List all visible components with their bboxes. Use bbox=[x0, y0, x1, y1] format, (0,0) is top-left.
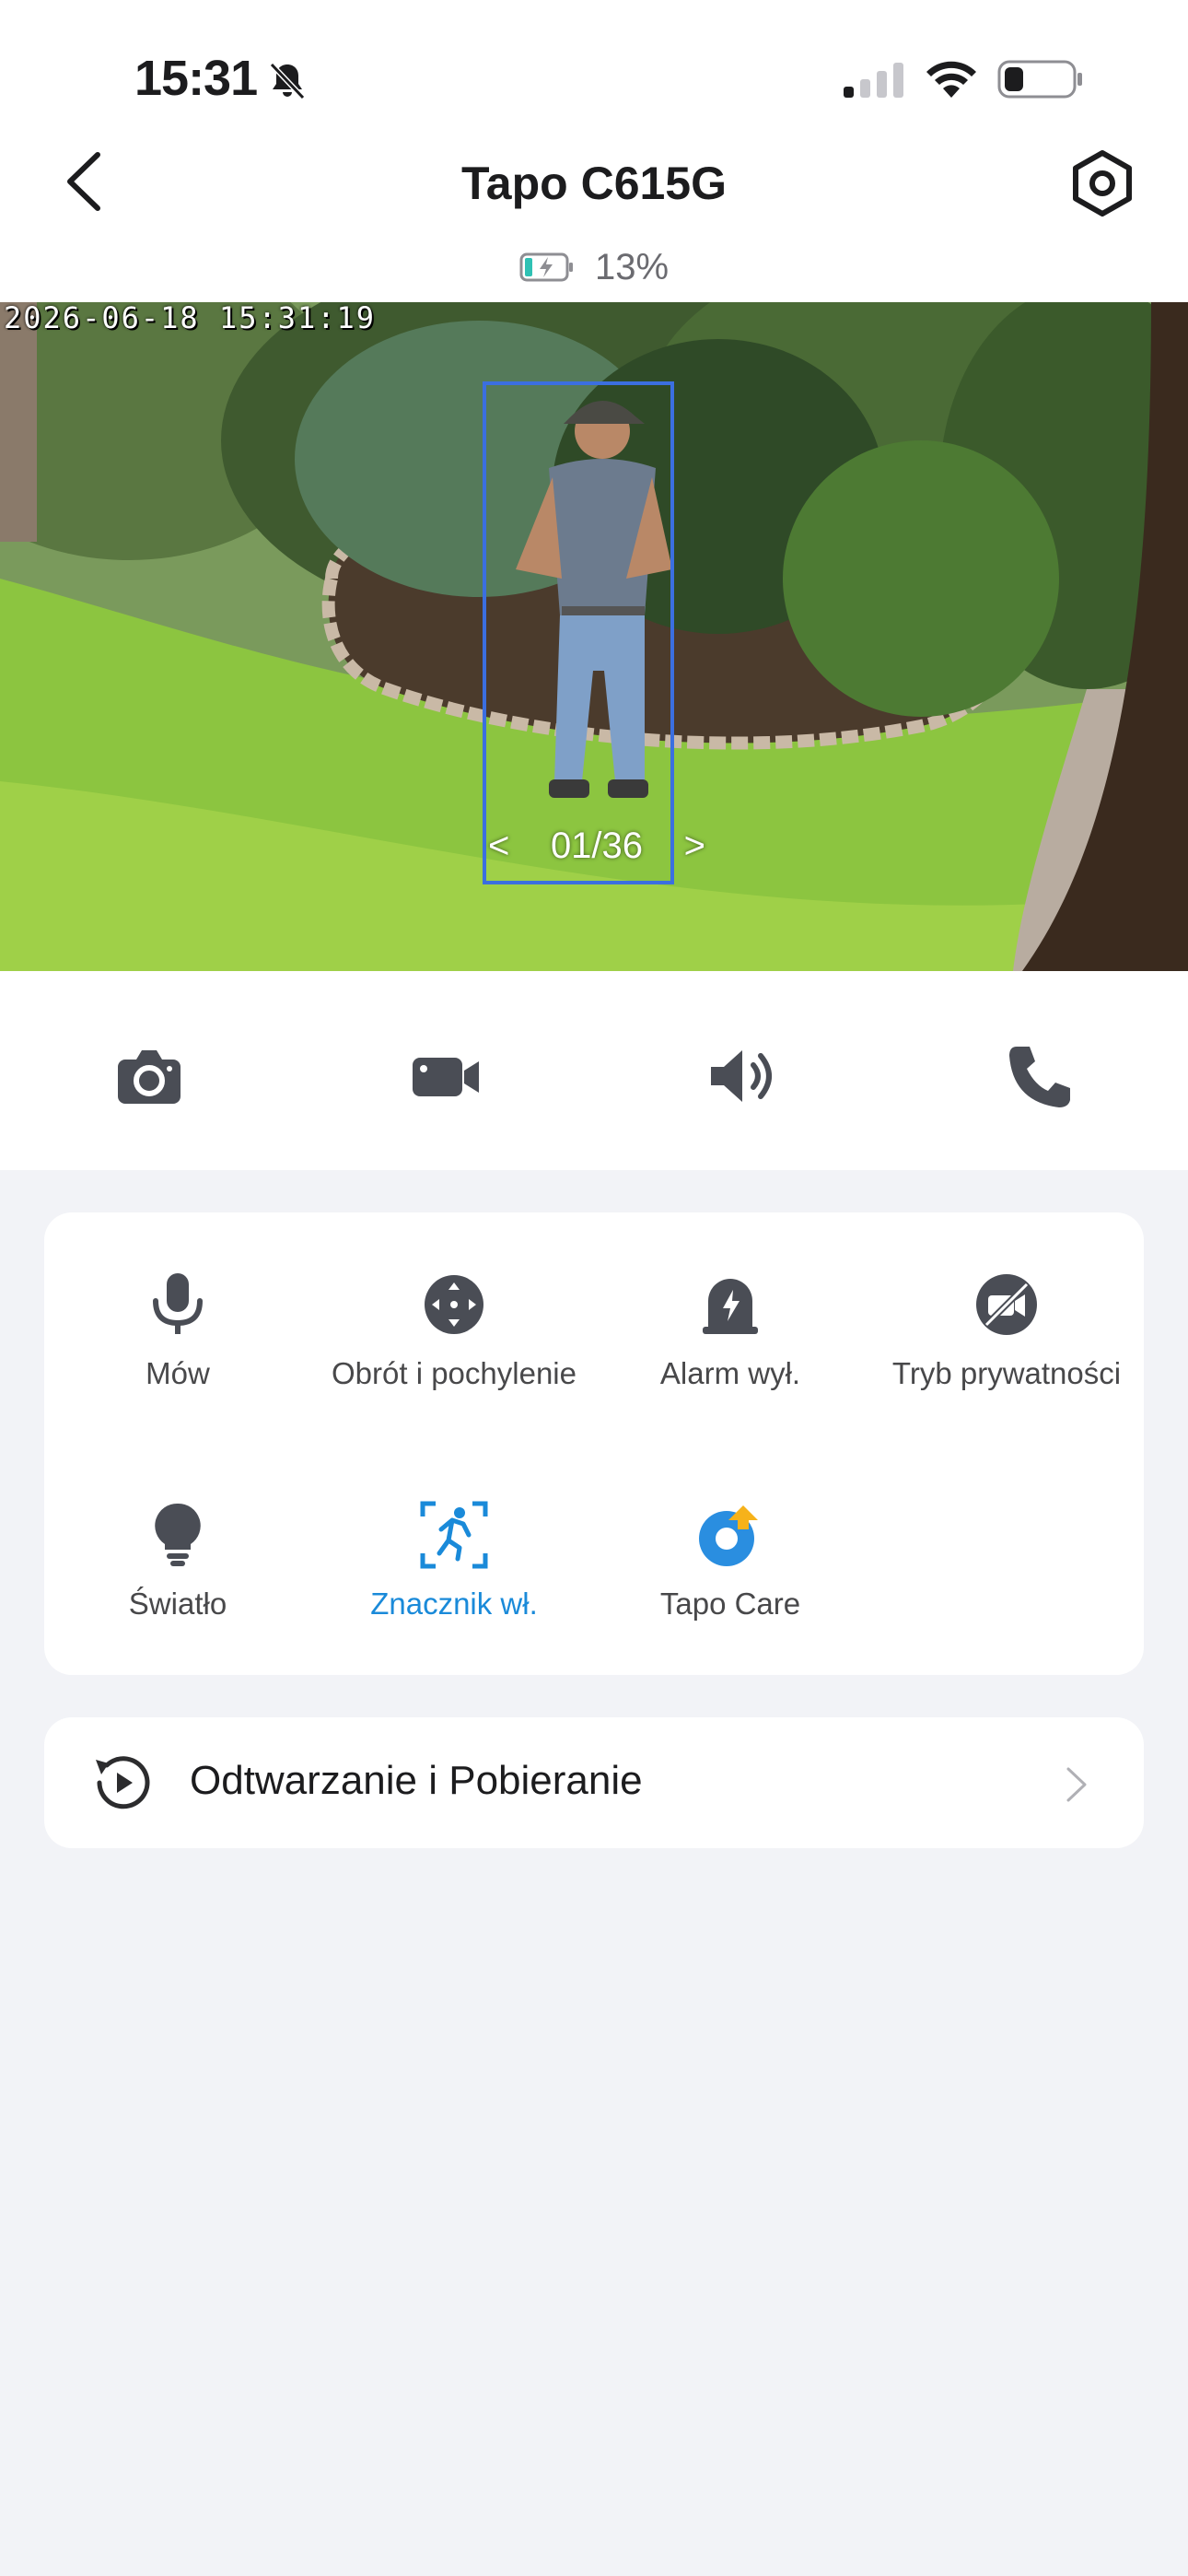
playback-label: Odtwarzanie i Pobieranie bbox=[190, 1758, 643, 1803]
control-pan-tilt[interactable]: Obrót i pochylenie bbox=[320, 1270, 588, 1391]
alarm-icon bbox=[703, 1279, 758, 1334]
prev-detection-button[interactable]: < bbox=[488, 825, 509, 867]
detection-pager: < 01/36 > bbox=[488, 822, 705, 870]
settings-icon[interactable] bbox=[1068, 149, 1136, 217]
control-privacy-mode[interactable]: Tryb prywatności bbox=[873, 1270, 1140, 1391]
playback-download-row[interactable]: Odtwarzanie i Pobieranie bbox=[44, 1717, 1144, 1848]
person-detection-box bbox=[483, 381, 674, 884]
controls-card: Mów Obrót i pochylenie Alarm wył. Tryb p… bbox=[44, 1212, 1144, 1675]
battery-status-icon bbox=[997, 60, 1082, 99]
control-label: Tapo Care bbox=[659, 1587, 801, 1621]
video-camera-icon[interactable] bbox=[409, 1041, 483, 1111]
bell-off-icon bbox=[269, 62, 306, 100]
camera-live-view[interactable]: 2026-06-18 15:31:19 < 01/36 > bbox=[0, 302, 1188, 971]
privacy-mode-icon bbox=[976, 1274, 1037, 1335]
light-bulb-icon bbox=[155, 1503, 201, 1566]
microphone-icon bbox=[153, 1273, 203, 1334]
control-light[interactable]: Światło bbox=[44, 1500, 311, 1622]
status-time: 15:31 bbox=[134, 51, 258, 106]
control-label: Obrót i pochylenie bbox=[332, 1356, 577, 1390]
pan-tilt-icon bbox=[425, 1275, 483, 1334]
control-label: Alarm wył. bbox=[659, 1356, 801, 1390]
control-label: Tryb prywatności bbox=[891, 1356, 1122, 1390]
device-battery: 13% bbox=[0, 247, 1188, 287]
control-label: Światło bbox=[128, 1587, 227, 1621]
detection-counter: 01/36 bbox=[550, 825, 644, 866]
motion-marker-icon bbox=[420, 1501, 488, 1569]
header-area: 15:31 Tapo C615G 13% bbox=[0, 0, 1188, 302]
feed-timestamp: 2026-06-18 15:31:19 bbox=[4, 302, 377, 335]
wifi-icon bbox=[926, 61, 976, 98]
tapo-care-icon bbox=[699, 1505, 758, 1566]
control-label: Znacznik wł. bbox=[370, 1587, 538, 1621]
battery-percent: 13% bbox=[594, 246, 670, 287]
action-bar bbox=[0, 971, 1188, 1170]
battery-charging-icon bbox=[519, 252, 573, 282]
control-motion-marker[interactable]: Znacznik wł. bbox=[320, 1500, 588, 1622]
playback-icon bbox=[96, 1756, 150, 1809]
chevron-right-icon bbox=[1066, 1767, 1087, 1802]
camera-icon[interactable] bbox=[112, 1041, 186, 1111]
next-detection-button[interactable]: > bbox=[684, 825, 705, 867]
control-label: Mów bbox=[146, 1356, 210, 1390]
phone-icon[interactable] bbox=[1004, 1041, 1077, 1111]
cellular-signal-icon bbox=[844, 63, 903, 98]
speaker-icon[interactable] bbox=[705, 1041, 779, 1111]
control-alarm[interactable]: Alarm wył. bbox=[597, 1270, 864, 1391]
page-title: Tapo C615G bbox=[460, 158, 728, 209]
control-talk[interactable]: Mów bbox=[44, 1270, 311, 1391]
control-tapo-care[interactable]: Tapo Care bbox=[597, 1500, 864, 1622]
